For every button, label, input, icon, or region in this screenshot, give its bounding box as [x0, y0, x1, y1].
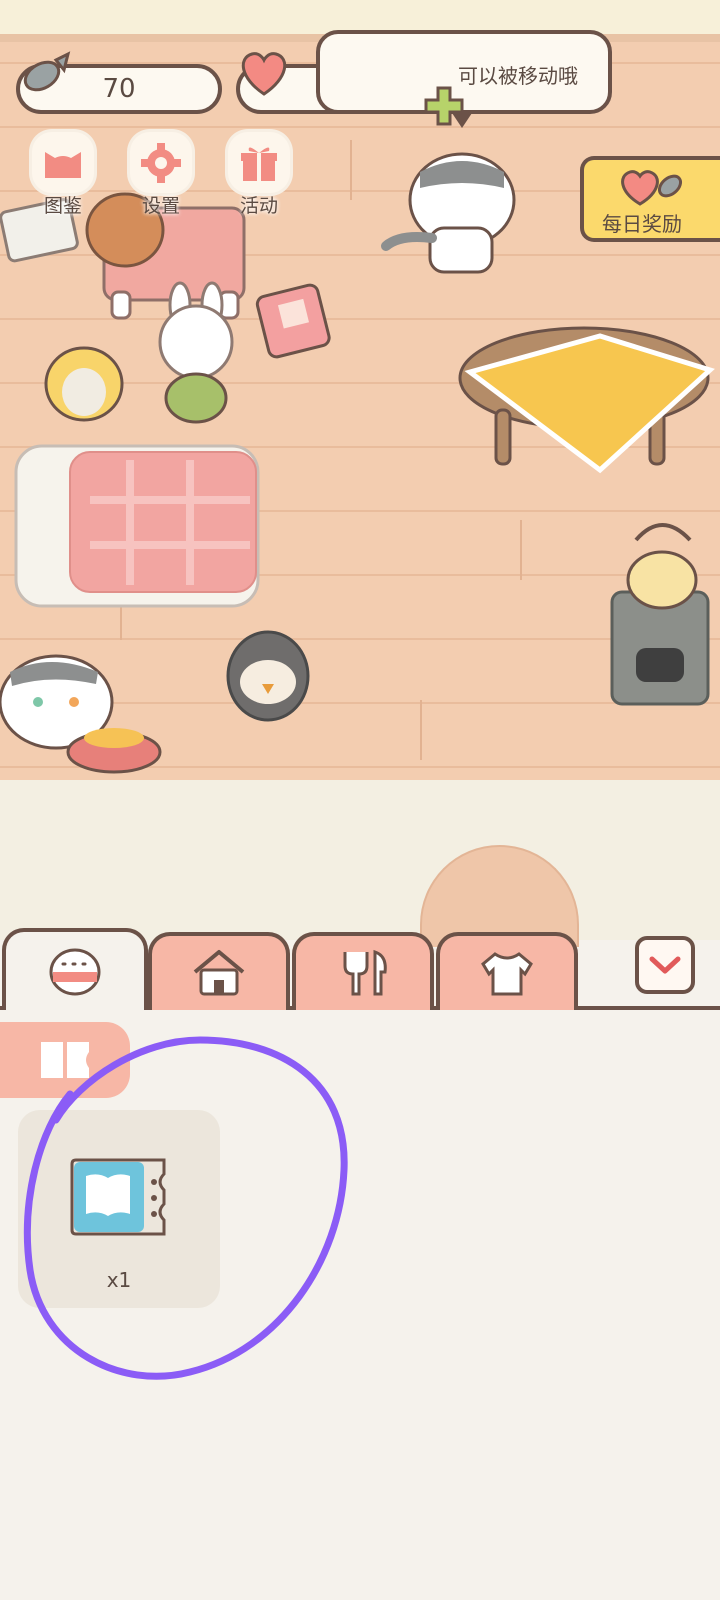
events-button[interactable]: 活动 [216, 132, 302, 218]
plus-icon [424, 86, 464, 126]
kettle[interactable] [626, 523, 698, 610]
lower-wall [0, 780, 720, 940]
inventory-item-slot[interactable]: x1 [18, 1110, 220, 1308]
daily-reward-label: 每日奖励 [602, 212, 682, 236]
speech-text: 可以被移动哦 [458, 64, 578, 88]
daily-reward-button[interactable]: 每日奖励 [580, 156, 720, 242]
chevron-down-icon [649, 956, 681, 974]
gallery-label: 图鉴 [43, 195, 82, 217]
settings-label: 设置 [141, 195, 180, 217]
shirt-icon [481, 952, 533, 996]
bowl-icon [49, 948, 101, 996]
collapse-panel-button[interactable] [635, 936, 695, 994]
house-icon [193, 950, 245, 996]
grey-white-cat[interactable] [381, 152, 516, 274]
add-heart-button[interactable] [422, 84, 466, 128]
tab-home[interactable] [148, 932, 290, 1010]
scene-furniture [0, 152, 715, 774]
gift-icon [241, 146, 277, 181]
fish-count: 70 [102, 74, 136, 104]
book-ticket-icon [70, 1158, 166, 1236]
gear-icon [141, 142, 181, 183]
events-label: 活动 [239, 195, 278, 217]
pink-book[interactable] [255, 283, 331, 359]
item-quantity: x1 [106, 1268, 132, 1292]
ticket-icon [41, 1042, 89, 1078]
fish-icon [23, 51, 71, 92]
round-table[interactable] [458, 326, 715, 474]
tab-food[interactable] [292, 932, 434, 1010]
gallery-button[interactable]: 图鉴 [20, 132, 106, 218]
cat-face-icon [45, 151, 81, 178]
bunny[interactable] [158, 281, 234, 424]
bed[interactable] [14, 444, 260, 608]
tiger-plush[interactable] [44, 346, 124, 422]
subtab-tickets[interactable] [0, 1022, 130, 1098]
tab-clothes[interactable] [436, 932, 578, 1010]
settings-button[interactable]: 设置 [118, 132, 204, 218]
game-room-scene[interactable]: 70 52 可以被移动哦 图鉴 [0, 0, 720, 780]
heart-icon [241, 52, 287, 96]
owl-daruma[interactable] [226, 630, 310, 722]
utensils-icon [343, 949, 387, 996]
tab-items[interactable] [2, 928, 148, 1010]
heart-fish-icon [621, 170, 683, 206]
